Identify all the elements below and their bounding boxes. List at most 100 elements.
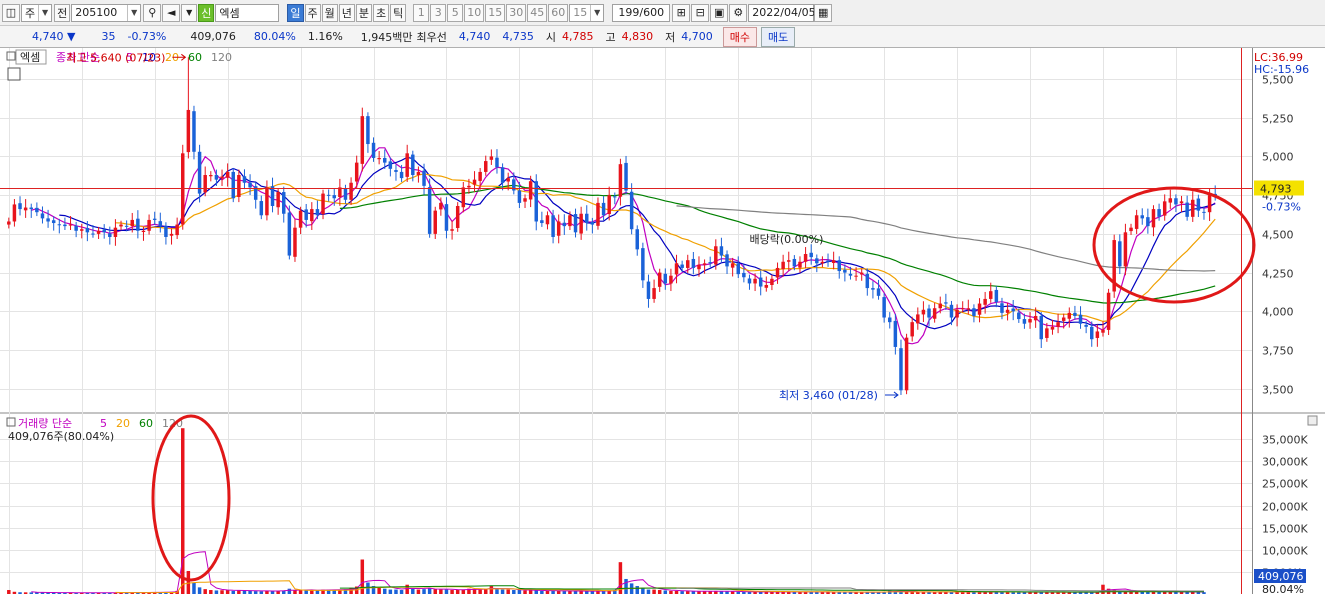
candle-body: [57, 224, 62, 226]
candle-body: [1146, 217, 1150, 227]
interval-select[interactable]: 15 ▼: [569, 3, 605, 22]
candle-body: [416, 171, 421, 176]
search-icon[interactable]: ⚲: [143, 3, 162, 22]
buy-button[interactable]: 매수: [722, 26, 758, 47]
candle-body: [1000, 303, 1004, 313]
interval-button-30[interactable]: 30: [506, 3, 527, 22]
candle-body: [80, 229, 84, 231]
data-count-field[interactable]: 199/600: [612, 3, 671, 22]
tab-period-1[interactable]: 주: [304, 3, 321, 22]
candle-body: [826, 260, 830, 262]
zoom-in-icon[interactable]: ⊞: [672, 3, 691, 22]
gear-icon[interactable]: ⚙: [729, 3, 748, 22]
candle-body: [489, 156, 494, 160]
candle-body: [360, 116, 365, 164]
chevron-down-icon[interactable]: ▼: [590, 4, 603, 21]
volume-bar: [237, 590, 241, 594]
candle-body: [461, 187, 466, 208]
candle-body: [910, 322, 914, 337]
interval-button-5[interactable]: 5: [447, 3, 464, 22]
interval-button-45[interactable]: 45: [527, 3, 548, 22]
volume-bar: [528, 590, 533, 594]
candle-body: [96, 230, 101, 234]
stock-name-field[interactable]: 엑셈: [215, 3, 280, 22]
save-icon[interactable]: ▣: [710, 3, 729, 22]
candle-body: [921, 309, 926, 315]
quote-bar: 4,740 ▼ 35 -0.73% 409,076 80.04% 1.16% 1…: [0, 26, 1325, 48]
candle-body: [1084, 324, 1088, 327]
volume-bar: [422, 589, 426, 594]
interval-button-60[interactable]: 60: [548, 3, 569, 22]
sell-button[interactable]: 매도: [761, 26, 796, 47]
candle-body: [35, 207, 39, 213]
interval-button-15[interactable]: 15: [485, 3, 506, 22]
candle-body: [579, 213, 583, 234]
tab-period-2[interactable]: 월: [321, 3, 338, 22]
period-unit-select[interactable]: 주 ▼: [21, 3, 53, 22]
candle-body: [422, 170, 426, 186]
grid-toggle-icon[interactable]: [7, 67, 21, 81]
candle-body: [506, 178, 510, 182]
chevron-down-icon[interactable]: ▼: [127, 4, 140, 21]
stock-chart[interactable]: 5,5005,2505,0004,7504,5004,2504,0003,750…: [0, 48, 1325, 594]
candle-body: [680, 264, 684, 268]
zoom-out-icon[interactable]: ⊟: [691, 3, 710, 22]
candle-body: [517, 190, 522, 203]
high-price-note: 최고 5,640 (07/23): [66, 51, 165, 64]
interval-button-3[interactable]: 3: [430, 3, 447, 22]
candle-body: [405, 153, 409, 177]
volume-bar: [209, 590, 213, 594]
window-menu-icon[interactable]: ◫: [2, 3, 20, 22]
candle-body: [949, 304, 954, 318]
volume-bar: [383, 588, 387, 594]
candle-body: [697, 264, 701, 270]
candle-body: [994, 289, 999, 303]
price-tick-label: 4,000: [1262, 306, 1294, 319]
price-tick-label: 5,250: [1262, 113, 1294, 126]
candle-body: [1028, 319, 1032, 323]
candle-body: [1151, 209, 1156, 228]
interval-button-10[interactable]: 10: [464, 3, 485, 22]
candle-body: [831, 260, 836, 263]
candle-body: [719, 246, 724, 256]
prev-button[interactable]: 전: [54, 3, 71, 22]
volume-bar: [450, 590, 454, 594]
candle-body: [186, 109, 191, 153]
volume-bar: [489, 586, 494, 594]
speaker-icon[interactable]: ◄: [162, 3, 181, 22]
chevron-down-icon[interactable]: ▼: [181, 3, 198, 22]
calendar-icon[interactable]: ▦: [814, 3, 833, 22]
volume-bar: [394, 589, 398, 594]
date-field[interactable]: 2022/04/05: [748, 3, 816, 22]
turnover-rate: 1.16%: [307, 30, 343, 43]
candle-body: [966, 308, 971, 310]
collapse-icon[interactable]: [6, 417, 16, 427]
close-icon[interactable]: [1307, 415, 1318, 426]
candle-body: [1033, 315, 1038, 321]
volume-ratio: 80.04%: [253, 30, 296, 43]
tab-period-0[interactable]: 일: [287, 3, 304, 22]
candle-body: [618, 164, 623, 197]
dividend-note: 배당락(0.00%): [749, 233, 823, 246]
candle-body: [169, 233, 174, 236]
candle-body: [983, 298, 987, 305]
stock-code-input[interactable]: 205100 ▼: [71, 3, 142, 22]
candle-body: [315, 209, 320, 216]
tab-period-4[interactable]: 분: [355, 3, 372, 22]
volume-bar: [523, 590, 527, 594]
trade-amount: 1,945백만: [360, 30, 413, 44]
candle-body: [674, 263, 679, 275]
volume-bar: [287, 588, 292, 594]
candle-body: [904, 337, 909, 391]
tab-period-5[interactable]: 초: [373, 3, 390, 22]
tab-period-6[interactable]: 틱: [390, 3, 407, 22]
interval-button-1[interactable]: 1: [413, 3, 430, 22]
candle-body: [29, 207, 33, 210]
candle-body: [197, 151, 202, 194]
candle-body: [136, 218, 140, 231]
ma-legend-period: 120: [211, 51, 232, 64]
candle-body: [573, 214, 578, 233]
tab-period-3[interactable]: 년: [338, 3, 355, 22]
chart-grid: [0, 48, 1325, 594]
chevron-down-icon[interactable]: ▼: [38, 4, 51, 21]
